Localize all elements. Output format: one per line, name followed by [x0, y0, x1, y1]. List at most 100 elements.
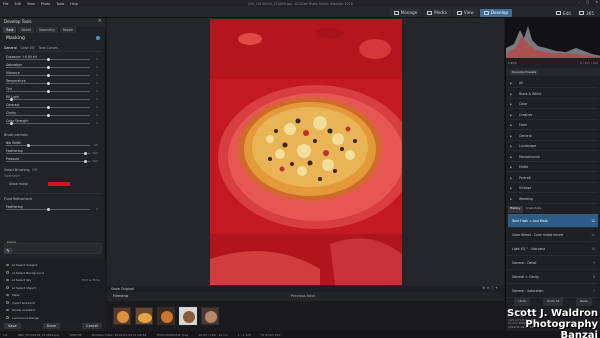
- preset-category[interactable]: ▶ Wedding: [508, 194, 598, 204]
- slider-thumb[interactable]: [47, 81, 50, 85]
- preset-category[interactable]: ▶ General: [508, 131, 598, 141]
- slider-track[interactable]: [6, 145, 90, 146]
- brush-slider-pressure[interactable]: Pressure 100: [6, 157, 98, 163]
- history-item[interactable]: Light EQ™ - Noirvana 10: [508, 242, 598, 256]
- slider-track[interactable]: [6, 153, 90, 154]
- slider-exposure-ev[interactable]: Exposure: +0.00 eV 0: [6, 55, 98, 61]
- cancel-button[interactable]: Cancel: [82, 323, 102, 329]
- redo-button[interactable]: Redo: [576, 298, 592, 306]
- filmstrip-thumb[interactable]: [135, 307, 153, 325]
- menu-help[interactable]: Help: [70, 2, 78, 6]
- mask-item[interactable]: AI Select Sky Edit & Write: [6, 278, 104, 283]
- preset-category[interactable]: ▶ All: [508, 78, 598, 88]
- mask-item[interactable]: AI Select Subject: [6, 263, 104, 268]
- enable-toggle[interactable]: [96, 36, 100, 40]
- slider-thumb[interactable]: [26, 143, 30, 147]
- mask-color-swatch[interactable]: [48, 182, 70, 186]
- slider-track[interactable]: [6, 161, 90, 162]
- mode-view[interactable]: View: [452, 8, 478, 17]
- radio-icon[interactable]: [6, 316, 9, 319]
- undo-button[interactable]: Undo: [514, 298, 531, 306]
- maximize-icon[interactable]: □: [586, 0, 589, 4]
- history-item[interactable]: Color Wheel - Color mixed mixed 11: [508, 228, 598, 242]
- slider-thumb[interactable]: [47, 207, 50, 211]
- slider-thumb[interactable]: [47, 57, 50, 61]
- save-button[interactable]: Save: [4, 323, 21, 329]
- filmstrip-thumb[interactable]: [201, 307, 219, 325]
- history-item[interactable]: General - Detail 9: [508, 256, 598, 270]
- slider-thumb[interactable]: [83, 151, 87, 155]
- mask-item[interactable]: Mask: [6, 293, 104, 298]
- close-panel-icon[interactable]: ×: [98, 18, 102, 24]
- radio-icon[interactable]: [6, 293, 9, 296]
- refine-slider-feathering[interactable]: Feathering 0: [6, 205, 98, 211]
- brush-slider-nib-width[interactable]: Nib Width 25: [6, 141, 98, 147]
- close-icon[interactable]: ×: [595, 0, 598, 4]
- slider-saturation[interactable]: Saturation 0: [6, 63, 98, 69]
- slider-thumb[interactable]: [83, 159, 87, 163]
- preset-category[interactable]: ▶ Creative: [508, 110, 598, 120]
- filmstrip-thumb[interactable]: [157, 307, 175, 325]
- tab-history[interactable]: History: [508, 206, 523, 213]
- menu-view[interactable]: View: [27, 2, 35, 6]
- radio-icon[interactable]: [6, 278, 9, 281]
- slider-thumb[interactable]: [10, 121, 14, 125]
- zoom-tools-icon[interactable]: ⊕ ⊖ ▢ ✦: [483, 286, 498, 290]
- slider-thumb[interactable]: [47, 105, 50, 109]
- radio-icon[interactable]: [6, 271, 9, 274]
- mask-item[interactable]: Invert Gradient: [6, 301, 104, 306]
- preset-category[interactable]: ▶ Monochrome: [508, 152, 598, 162]
- mask-item[interactable]: Radial Gradient: [6, 308, 104, 313]
- subtab-general[interactable]: General: [4, 46, 17, 50]
- mask-item[interactable]: AI Select Background: [6, 271, 104, 276]
- tab-snapshots[interactable]: Snapshots: [526, 206, 542, 213]
- slider-fill-light[interactable]: Fill Light 0: [6, 95, 98, 101]
- slider-vibrance[interactable]: Vibrance 0: [6, 71, 98, 77]
- history-item[interactable]: General = Clarity 8: [508, 270, 598, 284]
- brush-slider-feathering[interactable]: Feathering 100: [6, 149, 98, 155]
- slider-thumb[interactable]: [47, 89, 50, 93]
- slider-thumb[interactable]: [47, 65, 50, 69]
- radio-icon[interactable]: [6, 301, 9, 304]
- slider-thumb[interactable]: [10, 97, 14, 101]
- mask-item[interactable]: AI Select Object: [6, 286, 104, 291]
- photo-pizza-masked[interactable]: [210, 19, 402, 285]
- preset-category[interactable]: ▶ Black & White: [508, 89, 598, 99]
- menu-tools[interactable]: Tools: [56, 2, 64, 6]
- preset-category[interactable]: ▶ Portrait: [508, 173, 598, 183]
- slider-contrast[interactable]: Contrast 0: [6, 103, 98, 109]
- filmstrip-nav[interactable]: Previous Next: [291, 294, 315, 298]
- mode-365[interactable]: 365: [577, 9, 596, 17]
- show-original-toggle[interactable]: Show Original: [111, 287, 134, 291]
- mode-edit[interactable]: Edit: [554, 9, 573, 17]
- done-button[interactable]: Done: [42, 323, 60, 329]
- filmstrip-thumb-selected[interactable]: [179, 307, 197, 325]
- preset-category[interactable]: ▶ Vintage: [508, 183, 598, 193]
- slider-track[interactable]: [6, 123, 90, 124]
- smart-brushing-value[interactable]: Off: [32, 168, 37, 172]
- history-item[interactable]: Tone Flash = And Mask 12: [508, 214, 598, 228]
- preset-category[interactable]: ▶ Color: [508, 99, 598, 109]
- slider-thumb[interactable]: [47, 73, 50, 77]
- undo-all-button[interactable]: Undo All: [542, 298, 564, 306]
- radio-icon[interactable]: [6, 263, 9, 266]
- mode-manage[interactable]: Manage: [389, 8, 422, 17]
- brush-tool-icon[interactable]: ✎: [4, 248, 12, 254]
- menu-edit[interactable]: Edit: [15, 2, 21, 6]
- image-viewer[interactable]: [107, 18, 504, 286]
- minimize-icon[interactable]: –: [578, 0, 580, 4]
- slider-tint[interactable]: Tint 0: [6, 87, 98, 93]
- slider-color-strength[interactable]: Color Strength 0: [6, 119, 98, 125]
- subtab-tone-curves[interactable]: Tone Curves: [38, 46, 57, 50]
- slider-clarity[interactable]: Clarity 0: [6, 111, 98, 117]
- radio-icon[interactable]: [6, 308, 9, 311]
- filmstrip-thumb[interactable]: [113, 307, 131, 325]
- show-mask-checkbox[interactable]: Show mask: [9, 182, 28, 186]
- menu-file[interactable]: File: [3, 2, 9, 6]
- mode-media[interactable]: Media: [423, 8, 451, 17]
- slider-track[interactable]: [6, 99, 90, 100]
- mask-item[interactable]: Luminance Range: [6, 316, 104, 321]
- subtab-color-eq[interactable]: Color EQ: [21, 46, 35, 50]
- history-item[interactable]: General - Saturation 7: [508, 284, 598, 298]
- slider-temperature[interactable]: Temperature 0: [6, 79, 98, 85]
